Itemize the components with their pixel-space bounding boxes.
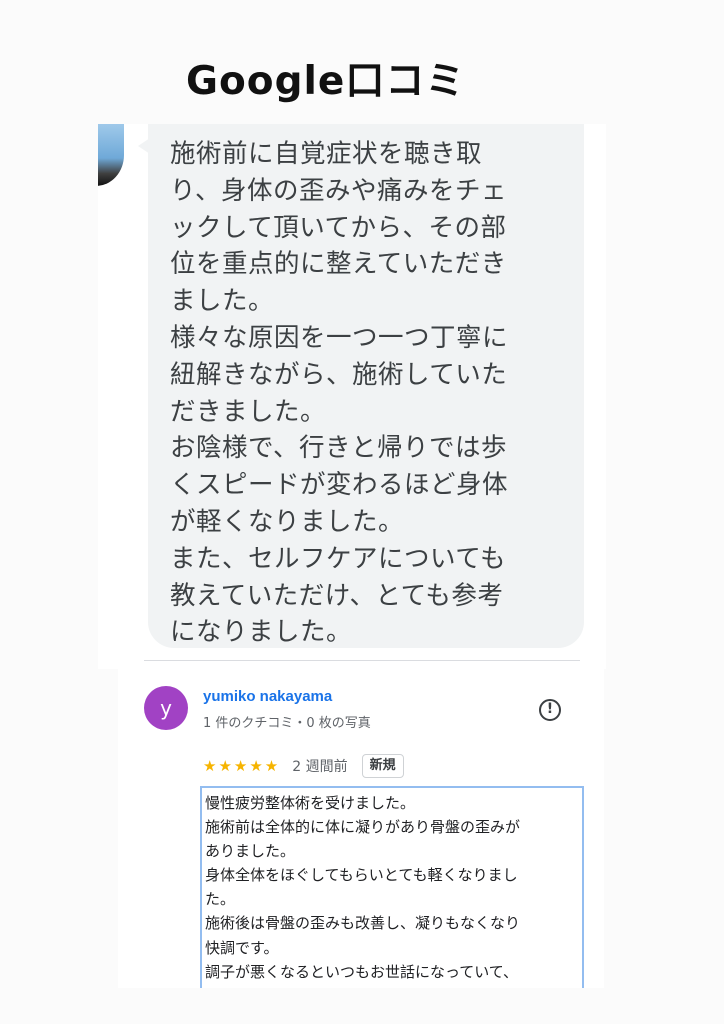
user-avatar-photo xyxy=(98,124,124,186)
review-time: 2 週間前 xyxy=(292,759,348,775)
reviewer-name-link[interactable]: yumiko nakayama xyxy=(203,688,332,705)
review-message-bubble: 施術前に自覚症状を聴き取 り、身体の歪みや痛みをチェ ックして頂いてから、その部… xyxy=(148,124,584,648)
bubble-line: り、身体の歪みや痛みをチェ xyxy=(170,175,507,206)
review-text-selected[interactable]: 慢性疲労整体術を受けました。 施術前は全体的に体に凝りがあり骨盤の歪みが ありま… xyxy=(200,786,584,988)
reviewer-meta: 1 件のクチコミ・0 枚の写真 xyxy=(203,716,371,731)
page-title: Google口コミ xyxy=(186,59,466,104)
report-icon[interactable]: ! xyxy=(539,699,561,721)
reviewer-avatar[interactable]: y xyxy=(144,686,188,730)
bubble-line: 教えていただけ、とても参考 xyxy=(170,580,504,611)
bubble-line: 紐解きながら、施術していた xyxy=(170,359,508,390)
review-line: 施術後は骨盤の歪みも改善し、凝りもなくなり xyxy=(205,914,521,933)
bubble-line: ました。 xyxy=(170,286,275,317)
bubble-line: 様々な原因を一つ一つ丁寧に xyxy=(170,322,509,353)
review-line: た。 xyxy=(205,890,236,909)
star-rating-icon: ★★★★★ xyxy=(203,757,281,775)
review-line: ありました。 xyxy=(205,842,296,861)
review-line: 身体全体をほぐしてもらいとても軽くなりまし xyxy=(205,866,518,885)
review-line: 慢性疲労整体術を受けました。 xyxy=(205,794,416,812)
review-line: 調子が悪くなるといつもお世話になっていて、 xyxy=(205,962,519,981)
bubble-line: くスピードが変わるほど身体 xyxy=(170,470,509,501)
bubble-line: お陰様で、行きと帰りでは歩 xyxy=(170,433,507,464)
bubble-line: 位を重点的に整えていただき xyxy=(170,249,507,280)
new-badge: 新規 xyxy=(361,754,404,778)
bubble-line: だきました。 xyxy=(170,396,327,427)
bubble-line: が軽くなりました。 xyxy=(170,506,405,537)
rating-row: ★★★★★ 2 週間前 新規 xyxy=(203,754,404,778)
bubble-line: 施術前に自覚症状を聴き取 xyxy=(170,139,483,169)
bubble-line: また、セルフケアについても xyxy=(170,543,506,574)
review-line: 快調です。 xyxy=(205,938,279,957)
google-review-card: y yumiko nakayama 1 件のクチコミ・0 枚の写真 ! ★★★★… xyxy=(118,660,604,988)
review-line: 施術前は全体的に体に凝りがあり骨盤の歪みが xyxy=(205,818,521,837)
bubble-line: ックして頂いてから、その部 xyxy=(170,212,507,243)
divider xyxy=(144,660,580,661)
chat-screenshot: 施術前に自覚症状を聴き取 り、身体の歪みや痛みをチェ ックして頂いてから、その部… xyxy=(98,124,606,669)
bubble-line: になりました。 xyxy=(170,617,353,648)
